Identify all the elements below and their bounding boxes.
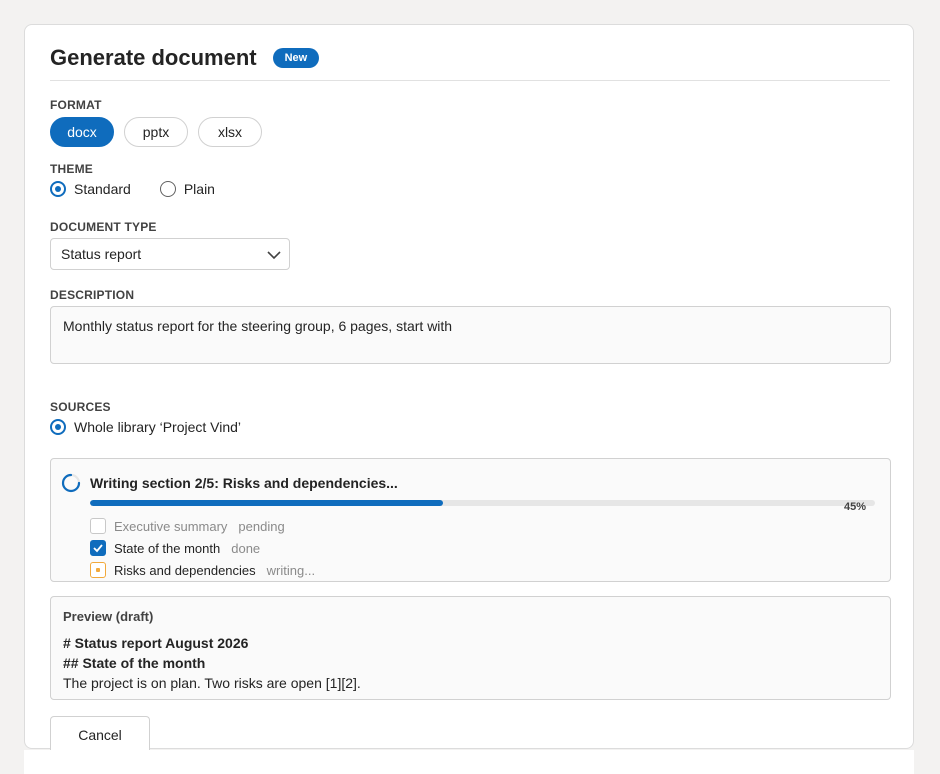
theme-options: Standard Plain bbox=[50, 181, 215, 197]
task-name: Executive summary bbox=[114, 518, 228, 534]
preview-heading-1: # Status report August 2026 bbox=[63, 635, 249, 651]
sources-option-label: Whole library ‘Project Vind’ bbox=[74, 419, 242, 435]
dialog-header: Generate document New bbox=[50, 45, 320, 71]
radio-checked-icon bbox=[50, 419, 66, 435]
dialog-footer-area bbox=[24, 750, 914, 774]
theme-option-standard[interactable]: Standard bbox=[50, 181, 131, 197]
theme-option-standard-label: Standard bbox=[74, 181, 131, 197]
theme-option-plain-label: Plain bbox=[183, 181, 215, 197]
progress-bar bbox=[90, 500, 875, 506]
in-progress-icon bbox=[90, 562, 106, 578]
document-type-value: Status report bbox=[61, 246, 142, 262]
description-textarea[interactable]: Monthly status report for the steering g… bbox=[50, 306, 891, 364]
format-label: FORMAT bbox=[50, 98, 102, 112]
new-badge: New bbox=[272, 48, 320, 68]
dialog-title: Generate document bbox=[50, 45, 257, 70]
preview-heading-2: ## State of the month bbox=[63, 655, 206, 671]
task-status: writing... bbox=[266, 562, 316, 578]
document-type-select[interactable]: Status report bbox=[50, 238, 290, 270]
generate-document-dialog: Generate document New FORMAT docx pptx x… bbox=[24, 24, 914, 752]
cancel-button[interactable]: Cancel bbox=[50, 716, 150, 752]
generation-progress-panel: Writing section 2/5: Risks and dependenc… bbox=[50, 458, 891, 582]
draft-preview-panel: Preview (draft) # Status report August 2… bbox=[50, 596, 891, 700]
document-type-label: DOCUMENT TYPE bbox=[50, 220, 157, 234]
task-status: pending bbox=[238, 518, 285, 534]
chevron-down-icon bbox=[267, 251, 281, 260]
sources-label: SOURCES bbox=[50, 400, 111, 414]
format-option-pptx[interactable]: pptx bbox=[124, 117, 188, 147]
radio-unchecked-icon bbox=[159, 181, 176, 197]
format-option-xlsx[interactable]: xlsx bbox=[198, 117, 262, 147]
format-option-docx[interactable]: docx bbox=[50, 117, 114, 147]
sources-option-whole-library[interactable]: Whole library ‘Project Vind’ bbox=[50, 419, 241, 435]
header-divider bbox=[50, 80, 890, 81]
task-item: Risks and dependencies writing... bbox=[90, 562, 315, 578]
progress-percent: 45% bbox=[843, 501, 866, 513]
checkbox-checked-icon bbox=[90, 540, 106, 556]
progress-bar-fill bbox=[90, 500, 444, 506]
description-label: DESCRIPTION bbox=[50, 288, 135, 302]
theme-option-plain[interactable]: Plain bbox=[159, 181, 215, 197]
task-name: State of the month bbox=[114, 540, 221, 556]
preview-body-text: The project is on plan. Two risks are op… bbox=[63, 675, 361, 691]
preview-label: Preview (draft) bbox=[63, 609, 154, 624]
format-options: docx pptx xlsx bbox=[50, 117, 262, 147]
task-name: Risks and dependencies bbox=[114, 562, 256, 578]
progress-title: Writing section 2/5: Risks and dependenc… bbox=[90, 475, 398, 491]
radio-checked-icon bbox=[50, 181, 66, 197]
theme-label: THEME bbox=[50, 162, 93, 176]
task-status: done bbox=[231, 540, 261, 556]
task-item: State of the month done bbox=[90, 540, 260, 556]
spinner-icon bbox=[61, 473, 81, 493]
checkmark-icon bbox=[93, 544, 103, 553]
checkbox-pending-icon bbox=[90, 518, 106, 534]
task-item: Executive summary pending bbox=[90, 518, 285, 534]
